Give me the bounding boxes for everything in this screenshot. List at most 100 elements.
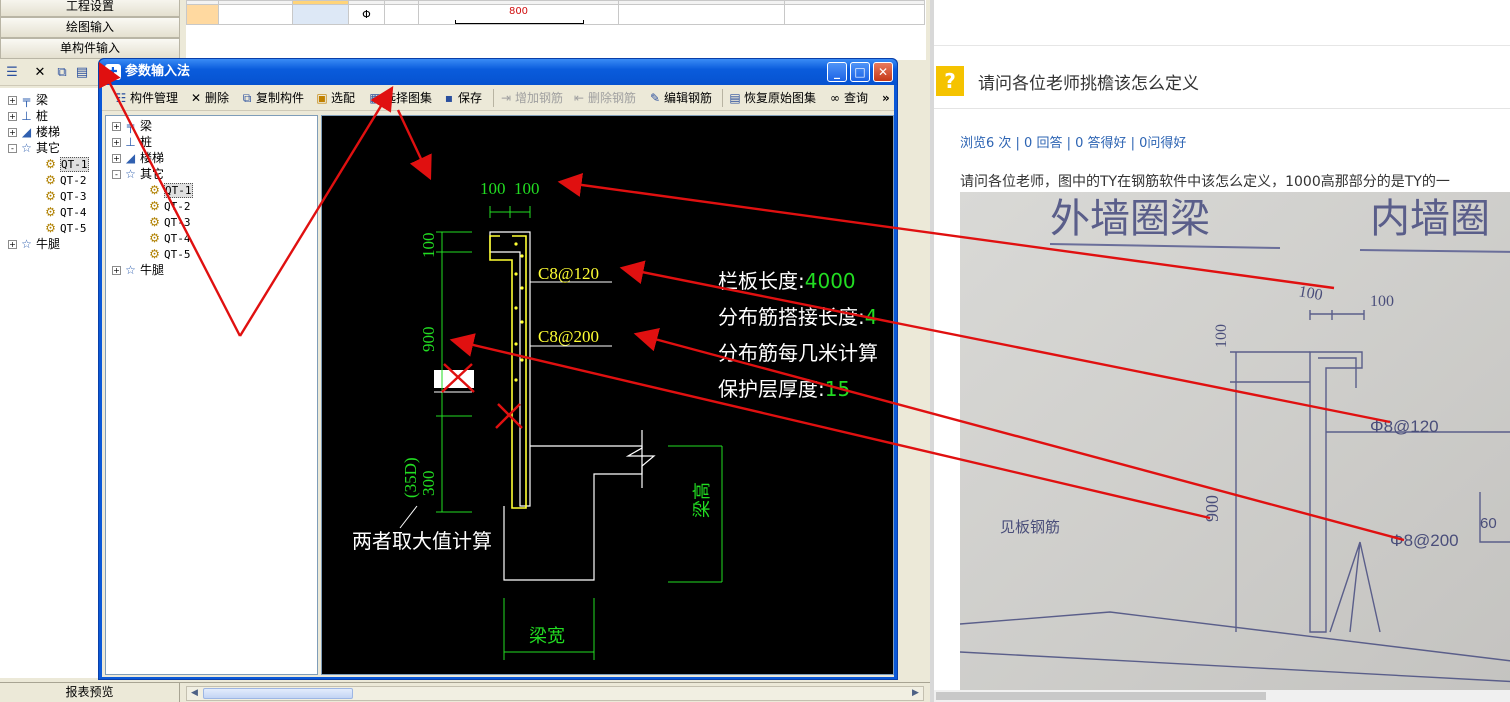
expand-icon[interactable]: +	[112, 138, 121, 147]
tree-item-stair[interactable]: + ◢ 楼梯	[112, 150, 164, 166]
dim-left-100: 100	[419, 233, 438, 259]
grid-cell[interactable]	[292, 4, 349, 25]
delete-rebar-button[interactable]: ⇤ 删除钢筋	[572, 89, 636, 107]
nav-report-preview[interactable]: 报表预览	[0, 683, 180, 702]
rebar-label-2: C8@200	[538, 327, 599, 346]
copy-component-button[interactable]: ⧉ 复制构件	[240, 89, 304, 107]
tree-item-stair[interactable]: + ◢ 楼梯	[8, 124, 60, 140]
tree-item-beam[interactable]: + ╤ 梁	[112, 118, 152, 134]
tree-item-qt1[interactable]: ⚙ QT-1	[44, 156, 89, 172]
query-button[interactable]: ∞ 查询	[828, 89, 868, 107]
restore-icon: ▤	[729, 91, 741, 105]
grid-cell[interactable]	[618, 4, 785, 25]
nav-single-component-input[interactable]: 单构件输入	[0, 38, 180, 59]
tree-item-other[interactable]: - ☆ 其它	[112, 166, 164, 182]
param-row[interactable]: 分布筋搭接长度:4	[718, 305, 877, 329]
tree-item-qt3[interactable]: ⚙ QT-3	[44, 188, 86, 204]
nav-drawing-input[interactable]: 绘图输入	[0, 17, 180, 38]
tree-item-qt5[interactable]: ⚙ QT-5	[44, 220, 86, 236]
add-rebar-button[interactable]: ⇥ 增加钢筋	[499, 89, 563, 107]
param-row[interactable]: 栏板长度:4000	[718, 269, 856, 293]
tree-item-pile[interactable]: + ⊥ 桩	[112, 134, 152, 150]
manage-icon: ☷	[115, 91, 127, 105]
drawing-photo[interactable]: 外墙圈梁 内墙圈 100 100 100 900 Φ8@120 Φ8@200 6…	[960, 192, 1510, 690]
tree-item-qt4[interactable]: ⚙ QT-4	[148, 230, 190, 246]
tree-item-qt2[interactable]: ⚙ QT-2	[44, 172, 86, 188]
tree-item-pile[interactable]: + ⊥ 桩	[8, 108, 48, 124]
dim-left-300: 300	[419, 471, 438, 497]
grid-cell[interactable]	[186, 4, 219, 25]
remove-icon: ⇤	[573, 91, 585, 105]
tree-item-qt1[interactable]: ⚙ QT-1	[148, 182, 193, 198]
expand-icon[interactable]: +	[8, 128, 17, 137]
expand-icon[interactable]: +	[112, 266, 121, 275]
expand-icon[interactable]: +	[8, 240, 17, 249]
gear-icon: ⚙	[149, 183, 160, 197]
edit-icon: ✎	[649, 91, 661, 105]
cad-drawing-canvas[interactable]: 100 100 100 900 300 (35D) C8@120 C8@200 …	[321, 115, 894, 675]
tree-item-other[interactable]: - ☆ 其它	[8, 140, 60, 156]
minimize-button[interactable]: _	[827, 62, 847, 82]
delete-icon: ✕	[190, 91, 202, 105]
copy-icon: ⧉	[242, 91, 252, 105]
grid-cell[interactable]	[218, 4, 293, 25]
select-atlas-button[interactable]: ▦ 选择图集	[368, 89, 432, 107]
scroll-thumb[interactable]	[936, 692, 1266, 700]
photo-rebar-2: Φ8@200	[1390, 531, 1459, 550]
horizontal-scrollbar[interactable]: ◀ ▶	[186, 686, 924, 701]
page-horizontal-scrollbar[interactable]	[934, 690, 1510, 702]
edit-rebar-button[interactable]: ✎ 编辑钢筋	[648, 89, 712, 107]
slab-outline	[503, 445, 643, 581]
question-stats[interactable]: 浏览6 次 | 0 回答 | 0 答得好 | 0问得好	[960, 132, 1186, 151]
scroll-left-icon[interactable]: ◀	[187, 687, 202, 700]
copy-icon[interactable]: ⧉	[54, 65, 70, 81]
select-icon: ▣	[316, 91, 328, 105]
scroll-right-icon[interactable]: ▶	[908, 687, 923, 700]
toolbar-overflow-button[interactable]: »	[882, 89, 890, 107]
expand-icon[interactable]: +	[112, 122, 121, 131]
close-button[interactable]: ✕	[873, 62, 893, 82]
dialog-titlebar[interactable]: ✚ 参数输入法	[99, 59, 897, 85]
paste-icon[interactable]: ▤	[74, 65, 90, 81]
save-button[interactable]: ▪ 保存	[442, 89, 482, 107]
component-manage-button[interactable]: ☷ 构件管理	[114, 89, 178, 107]
question-title: 请问各位老师挑檐该怎么定义	[978, 74, 1199, 94]
collapse-icon[interactable]: -	[112, 170, 121, 179]
delete-button[interactable]: ✕ 删除	[189, 89, 229, 107]
beam-height-label: 梁高	[692, 482, 713, 518]
select-config-button[interactable]: ▣ 选配	[315, 89, 355, 107]
tree-item-qt2[interactable]: ⚙ QT-2	[148, 198, 190, 214]
dialog-toolbar: ☷ 构件管理 ✕ 删除 ⧉ 复制构件 ▣ 选配 ▦ 选择图集 ▪ 保存 ⇥ 增加钢筋 ⇤ 删除钢…	[102, 85, 894, 111]
star-icon: ☆	[21, 141, 32, 155]
list-icon[interactable]: ☰	[4, 65, 20, 81]
tree-item-beam[interactable]: + ╤ 梁	[8, 92, 48, 108]
param-row[interactable]: 保护层厚度:15	[718, 377, 850, 401]
maximize-button[interactable]: □	[850, 62, 870, 82]
expand-icon[interactable]: +	[8, 112, 17, 121]
toolbar-separator	[722, 89, 723, 107]
grid-cell-steel-symbol[interactable]: Φ	[348, 4, 385, 25]
restore-atlas-button[interactable]: ▤ 恢复原始图集	[728, 89, 816, 107]
tree-item-corbel[interactable]: + ☆ 牛腿	[8, 236, 60, 252]
grid-cell-shape[interactable]: 800	[418, 4, 619, 25]
tree-item-qt4[interactable]: ⚙ QT-4	[44, 204, 86, 220]
param-row[interactable]: 分布筋每几米计算	[718, 341, 878, 365]
dim-top-right: 100	[514, 179, 540, 198]
tree-item-corbel[interactable]: + ☆ 牛腿	[112, 262, 164, 278]
expand-icon[interactable]: +	[112, 154, 121, 163]
scroll-thumb[interactable]	[203, 688, 353, 699]
tree-item-qt3[interactable]: ⚙ QT-3	[148, 214, 190, 230]
grid-cell[interactable]	[384, 4, 419, 25]
nav-project-settings[interactable]: 工程设置	[0, 0, 180, 17]
question-icon: ?	[936, 66, 964, 96]
slab-marker	[434, 370, 474, 388]
photo-heading-right: 内墙圈	[1370, 196, 1490, 241]
parameter-list: 栏板长度:4000 分布筋搭接长度:4 分布筋每几米计算 保护层厚度:15	[718, 269, 878, 401]
delete-icon[interactable]: ✕	[32, 65, 48, 81]
gear-icon: ⚙	[149, 247, 160, 261]
collapse-icon[interactable]: -	[8, 144, 17, 153]
expand-icon[interactable]: +	[8, 96, 17, 105]
tree-item-qt5[interactable]: ⚙ QT-5	[148, 246, 190, 262]
grid-cell[interactable]	[784, 4, 925, 25]
add-icon: ⇥	[500, 91, 512, 105]
